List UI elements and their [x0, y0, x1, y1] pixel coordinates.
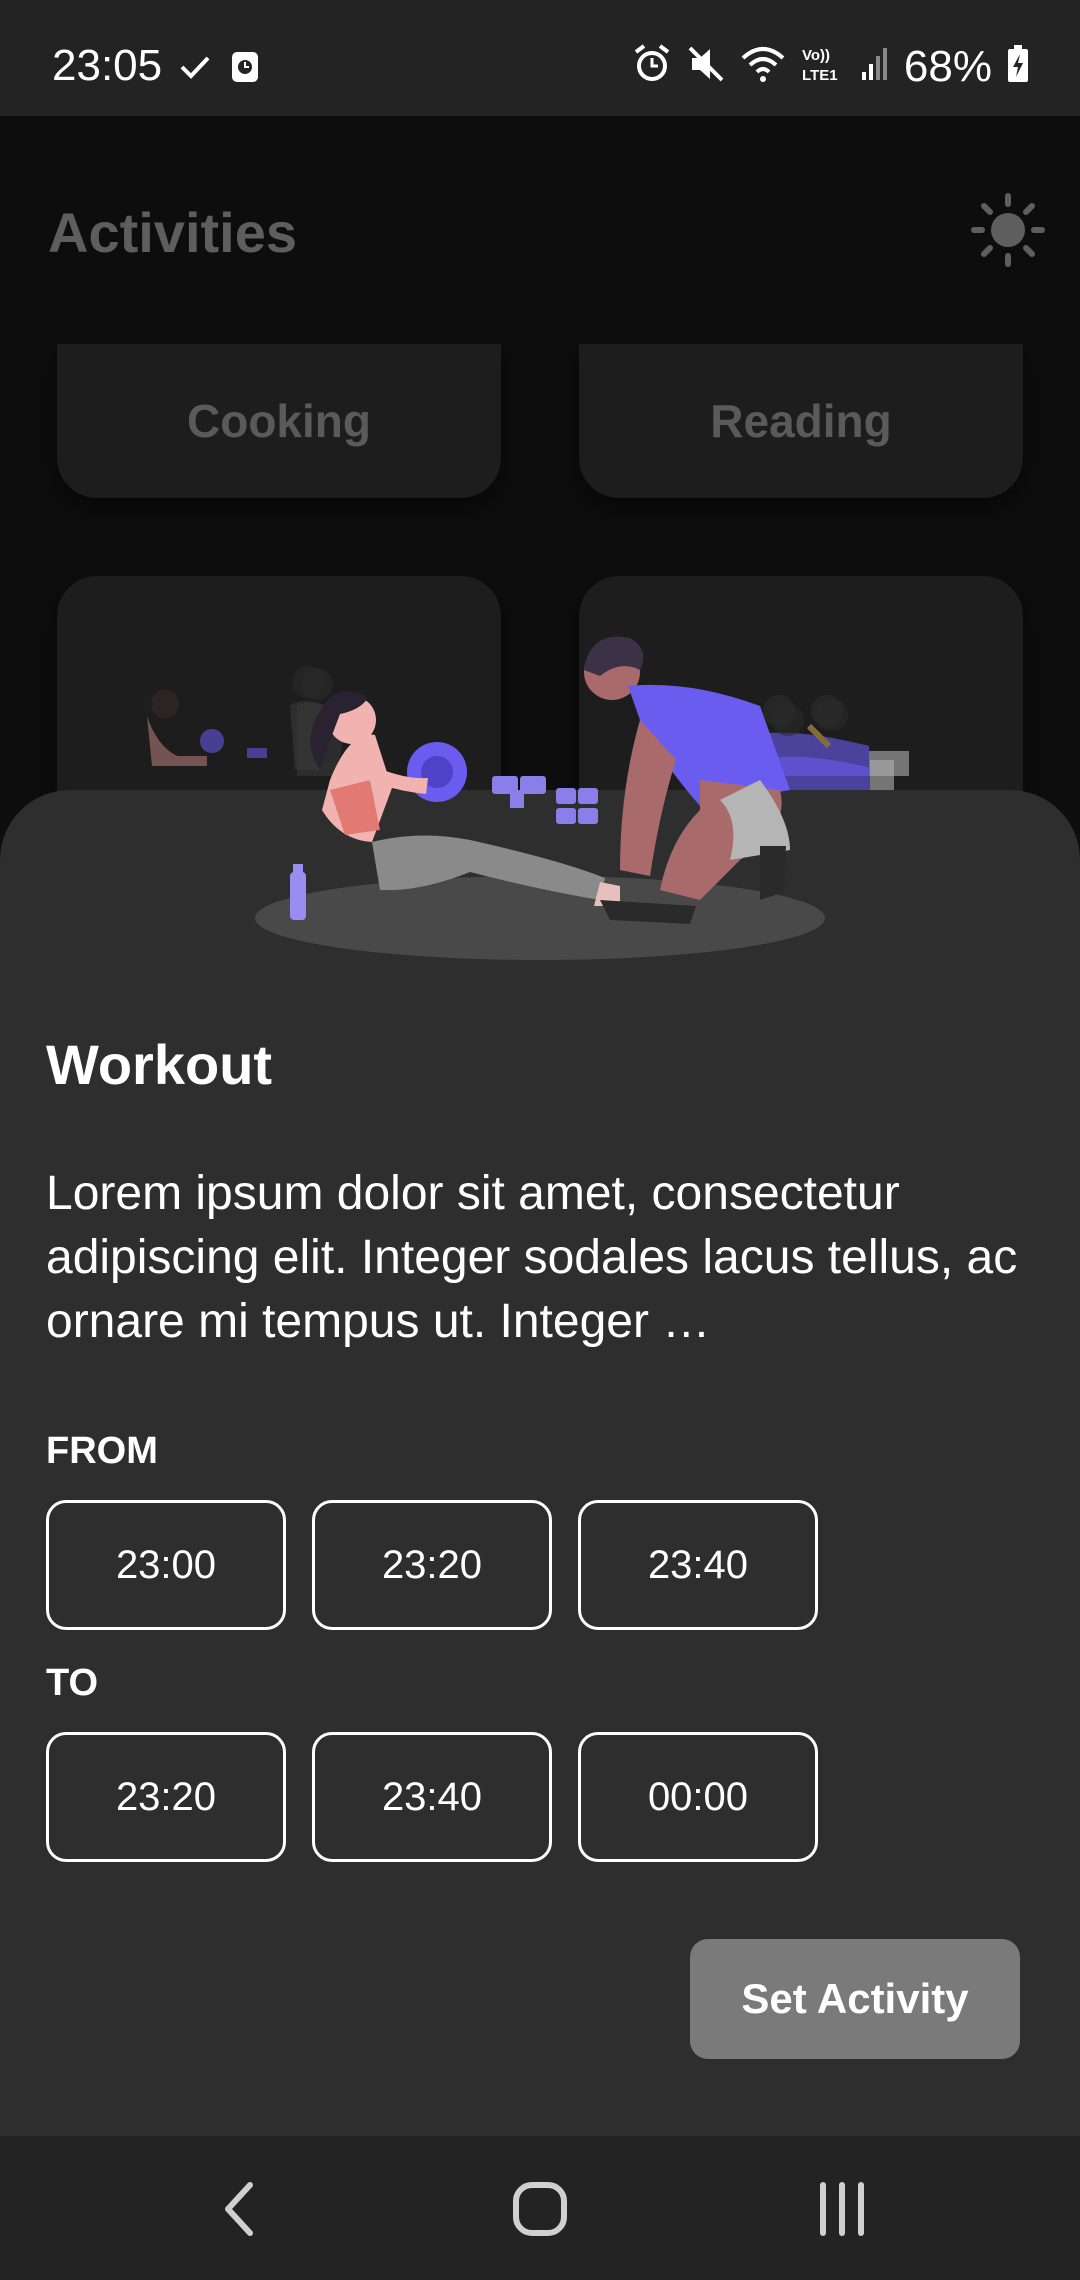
activity-card-reading[interactable]: Reading: [579, 344, 1023, 498]
page-title: Activities: [48, 201, 297, 264]
from-time-option[interactable]: 23:00: [46, 1500, 286, 1630]
workout-illustration: [255, 636, 894, 960]
to-time-options: 23:20 23:40 00:00: [46, 1732, 818, 1862]
status-time: 23:05: [52, 41, 163, 90]
volte-icon: Vo)) LTE1: [800, 44, 846, 89]
to-time-option[interactable]: 00:00: [578, 1732, 818, 1862]
alarm-icon: [632, 44, 672, 89]
sheet-description: Lorem ipsum dolor sit amet, consectetur …: [46, 1167, 1018, 1348]
home-icon: [510, 2179, 570, 2244]
system-navigation-bar: [0, 2136, 1080, 2280]
battery-charging-icon: [1006, 44, 1030, 89]
from-label: FROM: [46, 1430, 158, 1472]
back-button[interactable]: [200, 2176, 280, 2246]
activity-bottom-sheet: Workout Lorem ipsum dolor sit amet, cons…: [0, 790, 1080, 2136]
from-time-option[interactable]: 23:20: [312, 1500, 552, 1630]
from-time-options: 23:00 23:20 23:40: [46, 1500, 818, 1630]
activity-card-cooking[interactable]: Cooking: [57, 344, 501, 498]
set-activity-button[interactable]: Set Activity: [690, 1939, 1020, 2059]
back-icon: [220, 2179, 260, 2244]
check-icon: [180, 55, 210, 84]
theme-toggle-button[interactable]: [970, 192, 1046, 268]
to-label: TO: [46, 1662, 99, 1704]
recent-apps-icon: [815, 2181, 869, 2242]
sheet-title: Workout: [46, 1033, 273, 1096]
svg-text:Vo)): Vo)): [802, 47, 830, 64]
activity-card-label: Reading: [710, 395, 892, 447]
mute-icon: [686, 44, 726, 89]
home-button[interactable]: [500, 2176, 580, 2246]
to-time-option[interactable]: 23:20: [46, 1732, 286, 1862]
from-time-option[interactable]: 23:40: [578, 1500, 818, 1630]
battery-percentage: 68%: [903, 41, 992, 91]
wifi-icon: [740, 44, 786, 89]
to-time-option[interactable]: 23:40: [312, 1732, 552, 1862]
status-bar: 23:05 Vo)) LTE1 68%: [0, 0, 1080, 116]
svg-text:LTE1: LTE1: [802, 67, 838, 84]
screenshot-icon: [230, 50, 260, 89]
recent-apps-button[interactable]: [802, 2176, 882, 2246]
activity-card-label: Cooking: [187, 395, 371, 447]
sun-icon: [970, 193, 1046, 272]
signal-icon: [860, 46, 890, 87]
